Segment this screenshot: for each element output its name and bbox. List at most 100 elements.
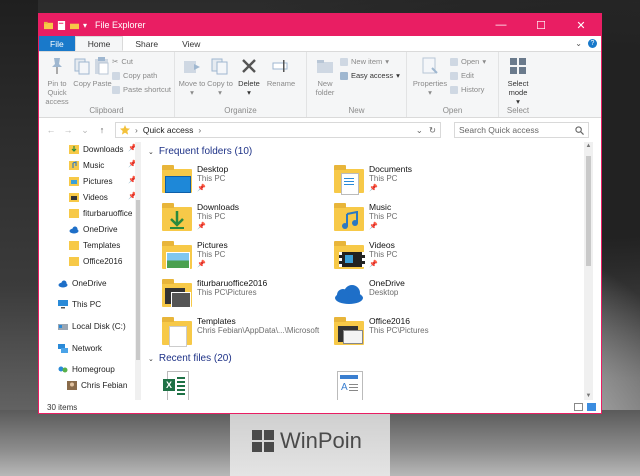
close-button[interactable]: ✕ (561, 14, 601, 36)
tile-location: This PC\Pictures (369, 326, 429, 335)
up-button[interactable]: ↑ (96, 125, 108, 135)
large-icons-view-icon[interactable] (587, 403, 596, 411)
folder-tile-templates[interactable]: Templates Chris Febian\AppData\...\Micros… (161, 316, 326, 352)
nav-item-videos[interactable]: Videos (69, 190, 108, 204)
tile-location: This PC (197, 250, 226, 259)
nav-item-templates[interactable]: Templates (69, 238, 120, 252)
nav-item-fiturbaruoffice[interactable]: fiturbaruoffice (69, 206, 132, 220)
help-icon[interactable]: ? (588, 39, 597, 48)
scroll-up-icon[interactable]: ▲ (584, 143, 593, 149)
frequent-folders-header[interactable]: ⌄ Frequent folders (10) (148, 146, 252, 157)
folder-tile-onedrive[interactable]: OneDrive Desktop (333, 278, 498, 314)
recent-files-header[interactable]: ⌄ Recent files (20) (148, 353, 232, 364)
nav-item-onedrive-quick[interactable]: OneDrive (69, 222, 118, 236)
status-bar: 30 items (39, 400, 601, 413)
ribbon-collapse-icon[interactable]: ⌄ (575, 39, 582, 48)
nav-item-homegroup[interactable]: Homegroup (58, 362, 115, 376)
file-explorer-window: ▾ File Explorer — ☐ ✕ File Home Share Vi… (38, 13, 602, 414)
collapse-chevron-icon[interactable]: ⌄ (148, 355, 154, 363)
delete-dropdown-icon: ▾ (247, 88, 251, 97)
tile-name: Templates (197, 316, 236, 326)
folder-tile-office2016[interactable]: Office2016 This PC\Pictures (333, 316, 498, 352)
copy-path-label: Copy path (123, 71, 158, 80)
easy-access-dropdown-icon: ▾ (396, 71, 400, 80)
paste-shortcut-button[interactable]: Paste shortcut (112, 84, 171, 95)
folder-tile-downloads[interactable]: Downloads This PC 📌 (161, 202, 326, 238)
nav-item-downloads[interactable]: Downloads (69, 142, 124, 156)
tab-share[interactable]: Share (123, 36, 170, 51)
content-scrollbar[interactable]: ▲ ▼ (584, 142, 593, 400)
breadcrumb-quick-access[interactable]: Quick access (143, 125, 194, 135)
content-scrollbar-thumb[interactable] (586, 156, 591, 266)
network-icon (58, 343, 68, 353)
recent-file-document[interactable]: A (333, 371, 498, 401)
copy-path-button[interactable]: Copy path (112, 70, 171, 81)
pictures-folder-icon (161, 240, 193, 272)
new-group-label: New (348, 106, 365, 115)
delete-label: Delete (238, 79, 260, 88)
nav-item-label: Downloads (83, 144, 124, 154)
nav-scrollbar-thumb[interactable] (136, 200, 140, 360)
folder-tile-desktop[interactable]: Desktop This PC 📌 (161, 164, 326, 200)
nav-item-network[interactable]: Network (58, 341, 102, 355)
minimize-button[interactable]: — (481, 14, 521, 36)
pin-icon: 📌 (369, 261, 378, 268)
tab-view[interactable]: View (170, 36, 212, 51)
tile-location: Chris Febian\AppData\...\Microsoft (197, 326, 320, 335)
nav-item-label: Pictures (83, 176, 113, 186)
music-folder-icon (333, 202, 365, 234)
copy-label: Copy (73, 79, 91, 88)
nav-item-office2016[interactable]: Office2016 (69, 254, 122, 268)
new-folder-icon[interactable] (70, 21, 79, 30)
maximize-button[interactable]: ☐ (521, 14, 561, 36)
folder-tile-documents[interactable]: Documents This PC 📌 (333, 164, 498, 200)
folder-tile-fiturbaruoffice2016[interactable]: fiturbaruoffice2016 This PC\Pictures (161, 278, 326, 314)
explorer-icon[interactable] (44, 21, 53, 30)
refresh-icon[interactable]: ↻ (429, 125, 436, 136)
pin-icon: 📌 (369, 223, 378, 230)
back-button[interactable]: ← (45, 125, 57, 135)
tab-file[interactable]: File (39, 36, 75, 51)
onedrive-cloud-icon (333, 278, 365, 310)
qat-dropdown-icon[interactable]: ▾ (83, 21, 87, 30)
folder-tile-pictures[interactable]: Pictures This PC 📌 (161, 240, 326, 276)
properties-icon[interactable] (57, 20, 66, 30)
watermark-text: WinPoin (280, 428, 362, 453)
cut-button[interactable]: ✂ Cut (112, 56, 171, 67)
new-item-button[interactable]: New item ▾ (340, 56, 400, 67)
tile-location: Desktop (369, 288, 399, 297)
folder-tile-music[interactable]: Music This PC 📌 (333, 202, 498, 238)
search-input[interactable]: Search Quick access (454, 122, 589, 138)
paste-icon (95, 57, 109, 75)
easy-access-icon (340, 71, 348, 80)
tab-home[interactable]: Home (74, 36, 124, 51)
nav-item-music[interactable]: Music (69, 158, 104, 172)
collapse-chevron-icon[interactable]: ⌄ (148, 148, 154, 156)
address-dropdown-icon[interactable]: ⌄ (416, 125, 423, 136)
recent-file-excel[interactable]: X (161, 371, 326, 401)
search-placeholder: Search Quick access (459, 125, 539, 135)
user-icon (67, 380, 77, 390)
easy-access-button[interactable]: Easy access ▾ (340, 70, 400, 81)
window-controls: — ☐ ✕ (481, 14, 601, 36)
nav-item-this-pc[interactable]: This PC (58, 297, 101, 311)
ribbon-tabs: File Home Share View ⌄ ? (39, 36, 601, 52)
recent-locations-button[interactable]: ⌄ (79, 125, 91, 136)
nav-item-pictures[interactable]: Pictures (69, 174, 113, 188)
tile-location: This PC (197, 212, 226, 221)
edit-button[interactable]: Edit (450, 70, 486, 81)
open-icon (450, 57, 458, 66)
nav-item-label: Chris Febian (81, 380, 128, 390)
scroll-down-icon[interactable]: ▼ (584, 393, 593, 399)
nav-item-onedrive[interactable]: OneDrive (58, 276, 107, 290)
history-button[interactable]: History (450, 84, 486, 95)
nav-item-local-disk[interactable]: Local Disk (C:) (58, 319, 126, 333)
item-count: 30 items (47, 402, 78, 412)
folder-tile-videos[interactable]: Videos This PC 📌 (333, 240, 498, 276)
organize-group: Move to ▾ Copy to ▾ Delete ▾ Rename Organiz… (175, 52, 307, 117)
address-bar[interactable]: › Quick access › ⌄ ↻ (115, 122, 441, 138)
open-button[interactable]: Open ▾ (450, 56, 486, 67)
forward-button[interactable]: → (62, 125, 74, 135)
nav-item-chris-febian[interactable]: Chris Febian (67, 378, 127, 392)
details-view-icon[interactable] (574, 403, 583, 411)
